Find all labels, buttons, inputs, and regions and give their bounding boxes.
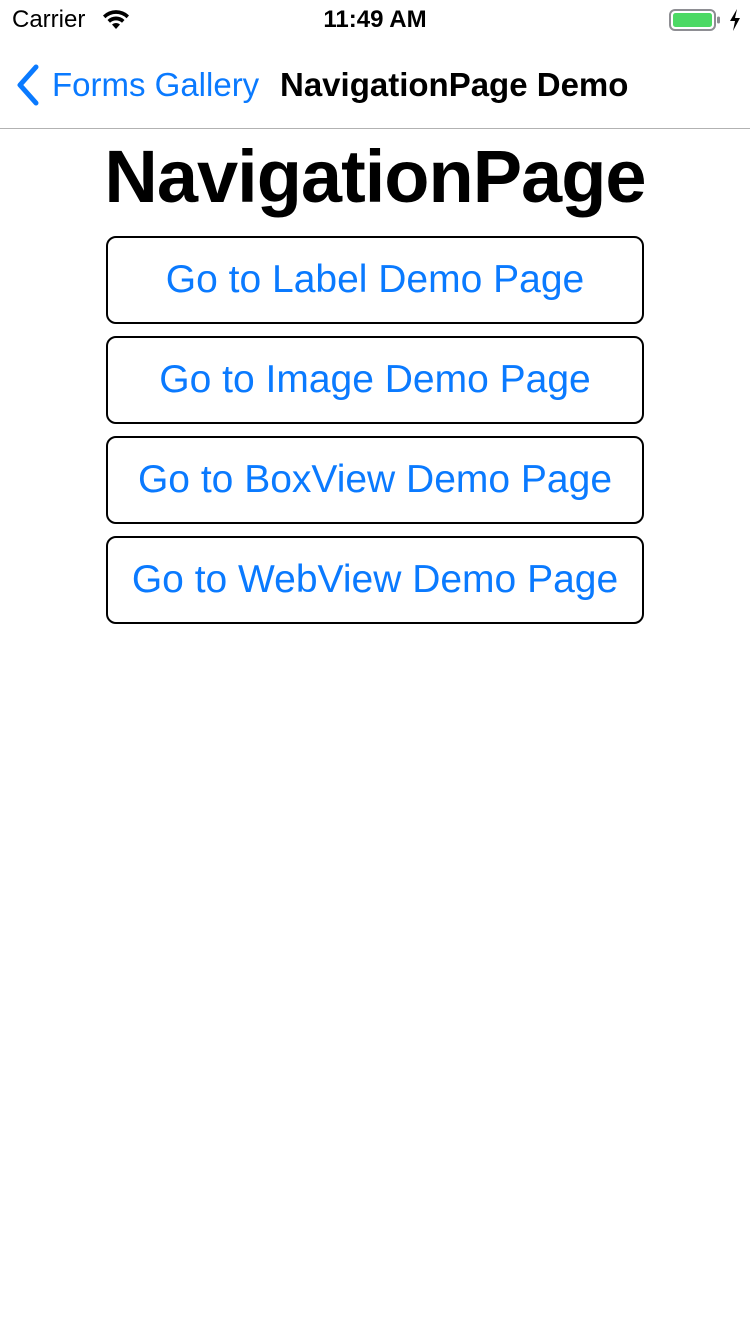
- status-bar: Carrier 11:49 AM: [0, 0, 750, 40]
- status-time: 11:49 AM: [323, 6, 427, 33]
- go-to-webview-demo-button[interactable]: Go to WebView Demo Page: [106, 536, 644, 624]
- battery-icon: [669, 9, 720, 31]
- go-to-label-demo-button[interactable]: Go to Label Demo Page: [106, 236, 644, 324]
- chevron-left-icon: [17, 64, 39, 106]
- go-to-image-demo-button[interactable]: Go to Image Demo Page: [106, 336, 644, 424]
- charging-bolt-icon: [730, 9, 740, 31]
- navigation-bar: Forms Gallery NavigationPage Demo: [0, 40, 750, 129]
- back-button-label: Forms Gallery: [52, 66, 260, 103]
- go-to-boxview-demo-button[interactable]: Go to BoxView Demo Page: [106, 436, 644, 524]
- navigation-title: NavigationPage Demo: [280, 66, 629, 103]
- back-button[interactable]: Forms Gallery: [14, 62, 259, 108]
- button-list: Go to Label Demo Page Go to Image Demo P…: [106, 236, 644, 636]
- page-heading: NavigationPage: [104, 135, 646, 218]
